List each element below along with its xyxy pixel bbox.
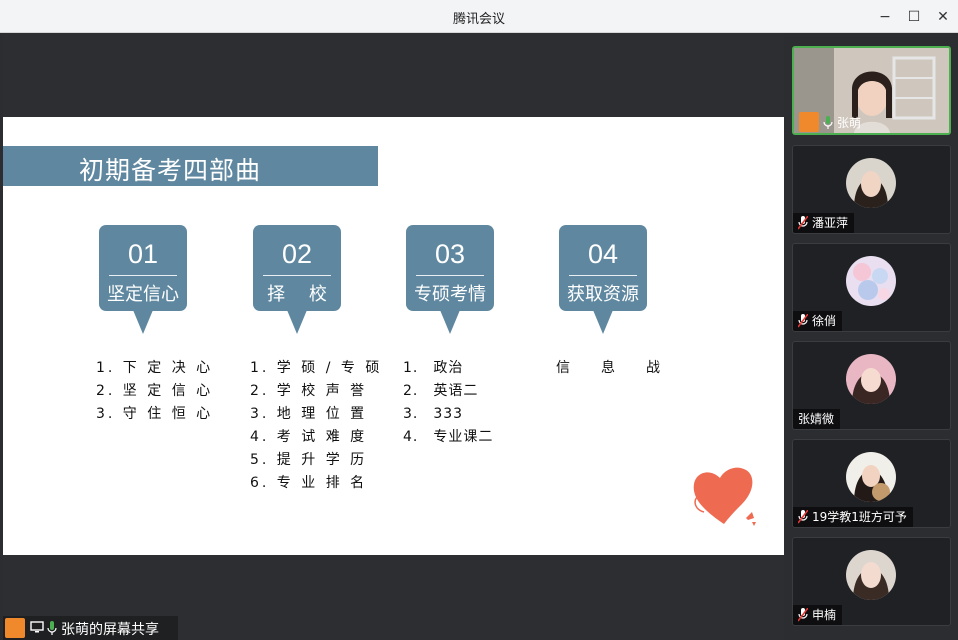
participant-panel: 张萌 潘亚萍 徐俏 张婧微 19学教1班方可予 申楠 (784, 33, 958, 640)
list-item: 2. 英语二 (403, 383, 479, 399)
participant-name-bar: 张萌 (794, 112, 867, 132)
minimize-button[interactable]: − (874, 6, 896, 28)
screen-share-icon (30, 621, 44, 633)
shared-screen-area[interactable]: 初期备考四部曲 01 坚定信心 02 择 校 03 专硕考情 04 获取资源 1… (3, 33, 784, 640)
step-list-3: 1. 政治 2. 英语二 3. 333 4. 专业课二 (403, 357, 493, 449)
participant-avatar (846, 354, 896, 404)
participant-tile-zhangjingwei[interactable]: 张婧微 (792, 341, 951, 430)
list-item: 4. 专业课二 (403, 429, 494, 445)
title-bar: 腾讯会议 − ☐ ✕ (0, 0, 958, 33)
participant-tile-shennan[interactable]: 申楠 (792, 537, 951, 626)
list-item: 3. 守 住 恒 心 (96, 406, 214, 422)
list-item: 信 息 战 (556, 360, 661, 376)
slide-title: 初期备考四部曲 (79, 156, 262, 185)
participant-name-bar: 潘亚萍 (793, 213, 855, 233)
participant-avatar (846, 158, 896, 208)
participant-tile-zhangmeng[interactable]: 张萌 (792, 46, 951, 135)
heart-icon (693, 467, 756, 526)
step-list-4: 信 息 战 (556, 357, 661, 380)
host-badge-icon (799, 112, 819, 132)
step-label: 坚定信心 (107, 284, 179, 305)
host-avatar-icon (5, 618, 25, 638)
list-item: 3. 333 (403, 406, 464, 422)
step-card-2: 02 择 校 (253, 225, 341, 335)
participant-name-bar: 19学教1班方可予 (793, 507, 913, 527)
participant-name: 张婧微 (798, 412, 835, 426)
participant-name-bar: 张婧微 (793, 409, 841, 429)
list-item: 1. 政治 (403, 360, 464, 376)
step-number: 01 (127, 239, 159, 269)
participant-tile-xuqiao[interactable]: 徐俏 (792, 243, 951, 332)
step-card-1: 01 坚定信心 (99, 225, 187, 335)
window-title: 腾讯会议 (452, 12, 505, 27)
microphone-icon (47, 621, 57, 635)
participant-name-bar: 申楠 (793, 605, 843, 625)
mic-muted-icon (798, 314, 808, 328)
microphone-icon (823, 116, 833, 129)
step-list-2: 1. 学 硕 / 专 硕 2. 学 校 声 誉 3. 地 理 位 置 4. 考 … (250, 357, 382, 495)
step-number: 04 (587, 239, 619, 269)
participant-tile-panyaping[interactable]: 潘亚萍 (792, 145, 951, 234)
participant-name-bar: 徐俏 (793, 311, 843, 331)
step-label: 专硕考情 (414, 284, 486, 305)
participant-avatar (846, 256, 896, 306)
list-item: 4. 考 试 难 度 (250, 429, 368, 445)
list-item: 1. 下 定 决 心 (96, 360, 214, 376)
step-card-3: 03 专硕考情 (406, 225, 494, 335)
list-item: 1. 学 硕 / 专 硕 (250, 360, 383, 376)
participant-avatar (846, 550, 896, 600)
participant-name: 申楠 (812, 608, 837, 622)
participant-tile-fangkeyu[interactable]: 19学教1班方可予 (792, 439, 951, 528)
meeting-window: 腾讯会议 − ☐ ✕ 初期备考四部曲 01 坚定信心 02 择 校 03 专硕考… (0, 0, 958, 640)
presentation-slide: 初期备考四部曲 01 坚定信心 02 择 校 03 专硕考情 04 获取资源 1… (3, 117, 784, 555)
list-item: 2. 学 校 声 誉 (250, 383, 368, 399)
step-label: 择 校 (267, 284, 327, 305)
maximize-button[interactable]: ☐ (903, 6, 925, 28)
step-label: 获取资源 (567, 284, 639, 305)
close-button[interactable]: ✕ (932, 6, 954, 28)
list-item: 2. 坚 定 信 心 (96, 383, 214, 399)
mic-muted-icon (798, 608, 808, 622)
screen-share-label: 张萌的屏幕共享 (61, 622, 159, 638)
participant-avatar (846, 452, 896, 502)
participant-name: 张萌 (837, 116, 862, 130)
list-item: 6. 专 业 排 名 (250, 475, 368, 491)
list-item: 5. 提 升 学 历 (250, 452, 368, 468)
screen-share-indicator[interactable]: 张萌的屏幕共享 (3, 616, 178, 640)
step-card-4: 04 获取资源 (559, 225, 647, 335)
participant-name: 19学教1班方可予 (812, 510, 907, 524)
list-item: 3. 地 理 位 置 (250, 406, 368, 422)
step-number: 02 (281, 239, 313, 269)
participant-name: 徐俏 (812, 314, 837, 328)
mic-muted-icon (798, 510, 808, 524)
participant-name: 潘亚萍 (812, 216, 849, 230)
step-number: 03 (434, 239, 466, 269)
mic-muted-icon (798, 216, 808, 230)
slide-title-bar: 初期备考四部曲 (3, 146, 378, 186)
step-list-1: 1. 下 定 决 心 2. 坚 定 信 心 3. 守 住 恒 心 (96, 357, 213, 426)
